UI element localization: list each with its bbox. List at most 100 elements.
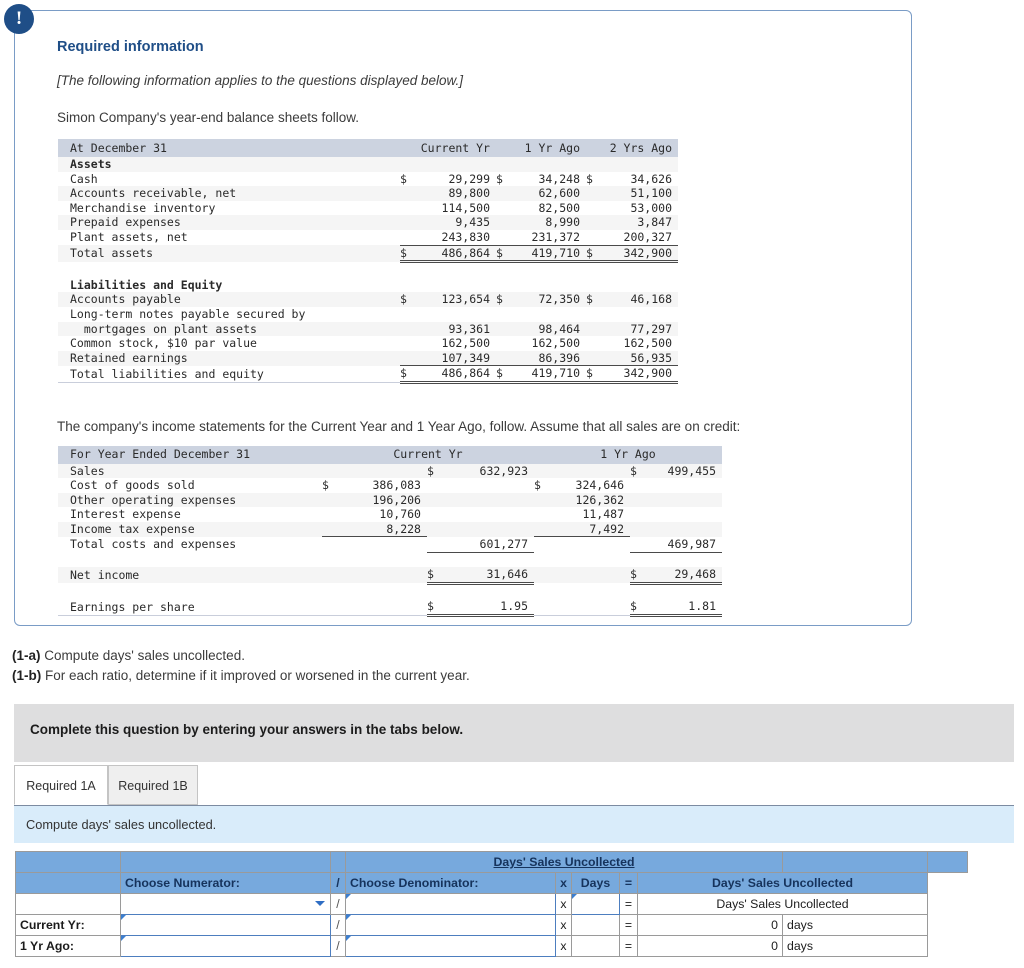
col-header-label: For Year Ended December 31 bbox=[58, 445, 322, 464]
currency-symbol bbox=[426, 536, 442, 553]
table-row: Net income $31,646 $29,468 bbox=[58, 567, 722, 585]
table-cell bbox=[336, 463, 427, 479]
days-cell[interactable] bbox=[571, 935, 620, 957]
table-row: Interest expense 10,760 11,487 bbox=[58, 507, 722, 522]
numerator-select[interactable] bbox=[120, 893, 331, 915]
income-statement-table: For Year Ended December 31 Current Yr 1 Yr… bbox=[58, 445, 722, 632]
question-1a-text: Compute days' sales uncollected. bbox=[40, 648, 245, 663]
denominator-input[interactable] bbox=[345, 893, 556, 915]
answer-table[interactable]: Days' Sales Uncollected Choose Numerator:… bbox=[15, 851, 968, 957]
currency-symbol: $ bbox=[630, 463, 644, 479]
numerator-input[interactable] bbox=[120, 935, 331, 957]
currency-symbol bbox=[400, 215, 412, 230]
currency-symbol: $ bbox=[586, 245, 598, 264]
balance-sheet-wrap: At December 31 Current Yr 1 Yr Ago 2 Yrs Ag… bbox=[57, 139, 887, 399]
table-row: Earnings per share $1.95 $1.81 bbox=[58, 599, 722, 617]
table-row: Cash $29,299 $34,248 $34,626 bbox=[58, 172, 678, 187]
currency-symbol bbox=[322, 567, 337, 584]
table-cell: 499,455 bbox=[644, 463, 722, 479]
currency-symbol bbox=[322, 463, 337, 479]
cell-marker-icon bbox=[346, 915, 351, 920]
currency-symbol bbox=[534, 463, 548, 479]
denominator-input[interactable] bbox=[345, 914, 556, 936]
currency-symbol bbox=[534, 537, 548, 552]
currency-symbol bbox=[496, 350, 508, 367]
days-input[interactable] bbox=[571, 893, 620, 915]
table-cell: 601,277 bbox=[441, 536, 534, 553]
table-cell: 162,500 bbox=[441, 336, 490, 351]
table-cell bbox=[412, 307, 496, 322]
table-cell: 486,864 bbox=[412, 245, 496, 264]
currency-symbol: $ bbox=[400, 292, 412, 307]
currency-symbol bbox=[586, 307, 598, 322]
table-row: Other operating expenses 196,206 126,362 bbox=[58, 492, 722, 508]
table-cell bbox=[598, 307, 678, 322]
currency-symbol: $ bbox=[426, 599, 442, 617]
table-cell: 72,350 bbox=[508, 292, 586, 307]
currency-symbol: $ bbox=[630, 567, 644, 585]
times-label: x bbox=[555, 893, 572, 915]
tab-required-1b[interactable]: Required 1B bbox=[108, 765, 198, 805]
currency-symbol bbox=[496, 229, 508, 246]
currency-symbol bbox=[496, 321, 508, 337]
col-header-label: At December 31 bbox=[58, 139, 400, 157]
currency-symbol: $ bbox=[586, 171, 593, 186]
tab-subtitle-text: Compute days' sales uncollected. bbox=[26, 817, 217, 832]
table-cell: 8,228 bbox=[336, 521, 427, 538]
cell-marker-icon bbox=[346, 936, 351, 941]
table-cell: 56,935 bbox=[598, 350, 678, 367]
table-cell: 342,900 bbox=[598, 245, 678, 264]
days-cell[interactable] bbox=[571, 914, 620, 936]
tab-strip: Required 1A Required 1B bbox=[14, 765, 1014, 805]
numerator-input[interactable] bbox=[120, 914, 331, 936]
row-label: Interest expense bbox=[70, 507, 181, 522]
table-cell: 114,500 bbox=[441, 200, 490, 215]
chevron-down-icon[interactable] bbox=[315, 901, 325, 906]
table-row: Total liabilities and equity $486,864 $419… bbox=[58, 365, 678, 384]
income-statement-intro: The company's income statements for the … bbox=[57, 418, 741, 434]
tab-required-1a[interactable]: Required 1A bbox=[14, 765, 108, 805]
balance-sheet-table: At December 31 Current Yr 1 Yr Ago 2 Yrs Ag… bbox=[58, 139, 678, 399]
currency-symbol: $ bbox=[496, 292, 508, 307]
slash-label: / bbox=[330, 914, 346, 936]
currency-symbol: $ bbox=[496, 171, 503, 186]
row-label: Accounts payable bbox=[58, 292, 400, 307]
table-cell: 31,646 bbox=[441, 567, 534, 585]
table-cell: 77,297 bbox=[598, 321, 678, 337]
table-cell: 93,361 bbox=[412, 321, 496, 337]
row-label: Total liabilities and equity bbox=[70, 366, 264, 381]
col-header-days: Days bbox=[571, 872, 620, 894]
currency-symbol bbox=[322, 492, 337, 508]
col-header-current: Current Yr bbox=[412, 139, 496, 157]
currency-symbol bbox=[427, 478, 441, 493]
col-header-2yr: 2 Yrs Ago bbox=[598, 139, 678, 157]
denominator-input[interactable] bbox=[345, 935, 556, 957]
table-cell: 34,626 bbox=[630, 171, 672, 186]
table-cell: 243,830 bbox=[412, 229, 496, 246]
currency-symbol bbox=[400, 186, 412, 201]
table-cell: 196,206 bbox=[336, 492, 427, 508]
table-row: Sales $632,923 $499,455 bbox=[58, 463, 722, 479]
currency-symbol: $ bbox=[534, 478, 541, 493]
row-label: Other operating expenses bbox=[58, 492, 322, 508]
cell-marker-icon bbox=[121, 915, 126, 920]
currency-symbol bbox=[427, 507, 441, 522]
currency-symbol bbox=[534, 567, 548, 584]
currency-symbol bbox=[630, 507, 644, 522]
row-label: Current Yr: bbox=[15, 914, 121, 936]
currency-symbol bbox=[496, 201, 508, 216]
table-cell: 386,083 bbox=[372, 478, 421, 493]
table-cell bbox=[548, 567, 630, 584]
currency-symbol bbox=[496, 186, 508, 201]
row-label: Long-term notes payable secured by bbox=[70, 306, 306, 321]
col-header-result: Days' Sales Uncollected bbox=[637, 872, 928, 894]
table-cell: 123,654 bbox=[412, 292, 496, 307]
answer-title-row: Days' Sales Uncollected bbox=[15, 851, 968, 873]
equals-label: = bbox=[619, 893, 638, 915]
table-cell: 7,492 bbox=[548, 521, 630, 538]
result-cell: Days' Sales Uncollected bbox=[637, 893, 928, 915]
currency-symbol bbox=[534, 599, 548, 615]
currency-symbol bbox=[586, 321, 598, 337]
currency-symbol: $ bbox=[426, 463, 442, 479]
table-cell: 126,362 bbox=[548, 492, 630, 508]
